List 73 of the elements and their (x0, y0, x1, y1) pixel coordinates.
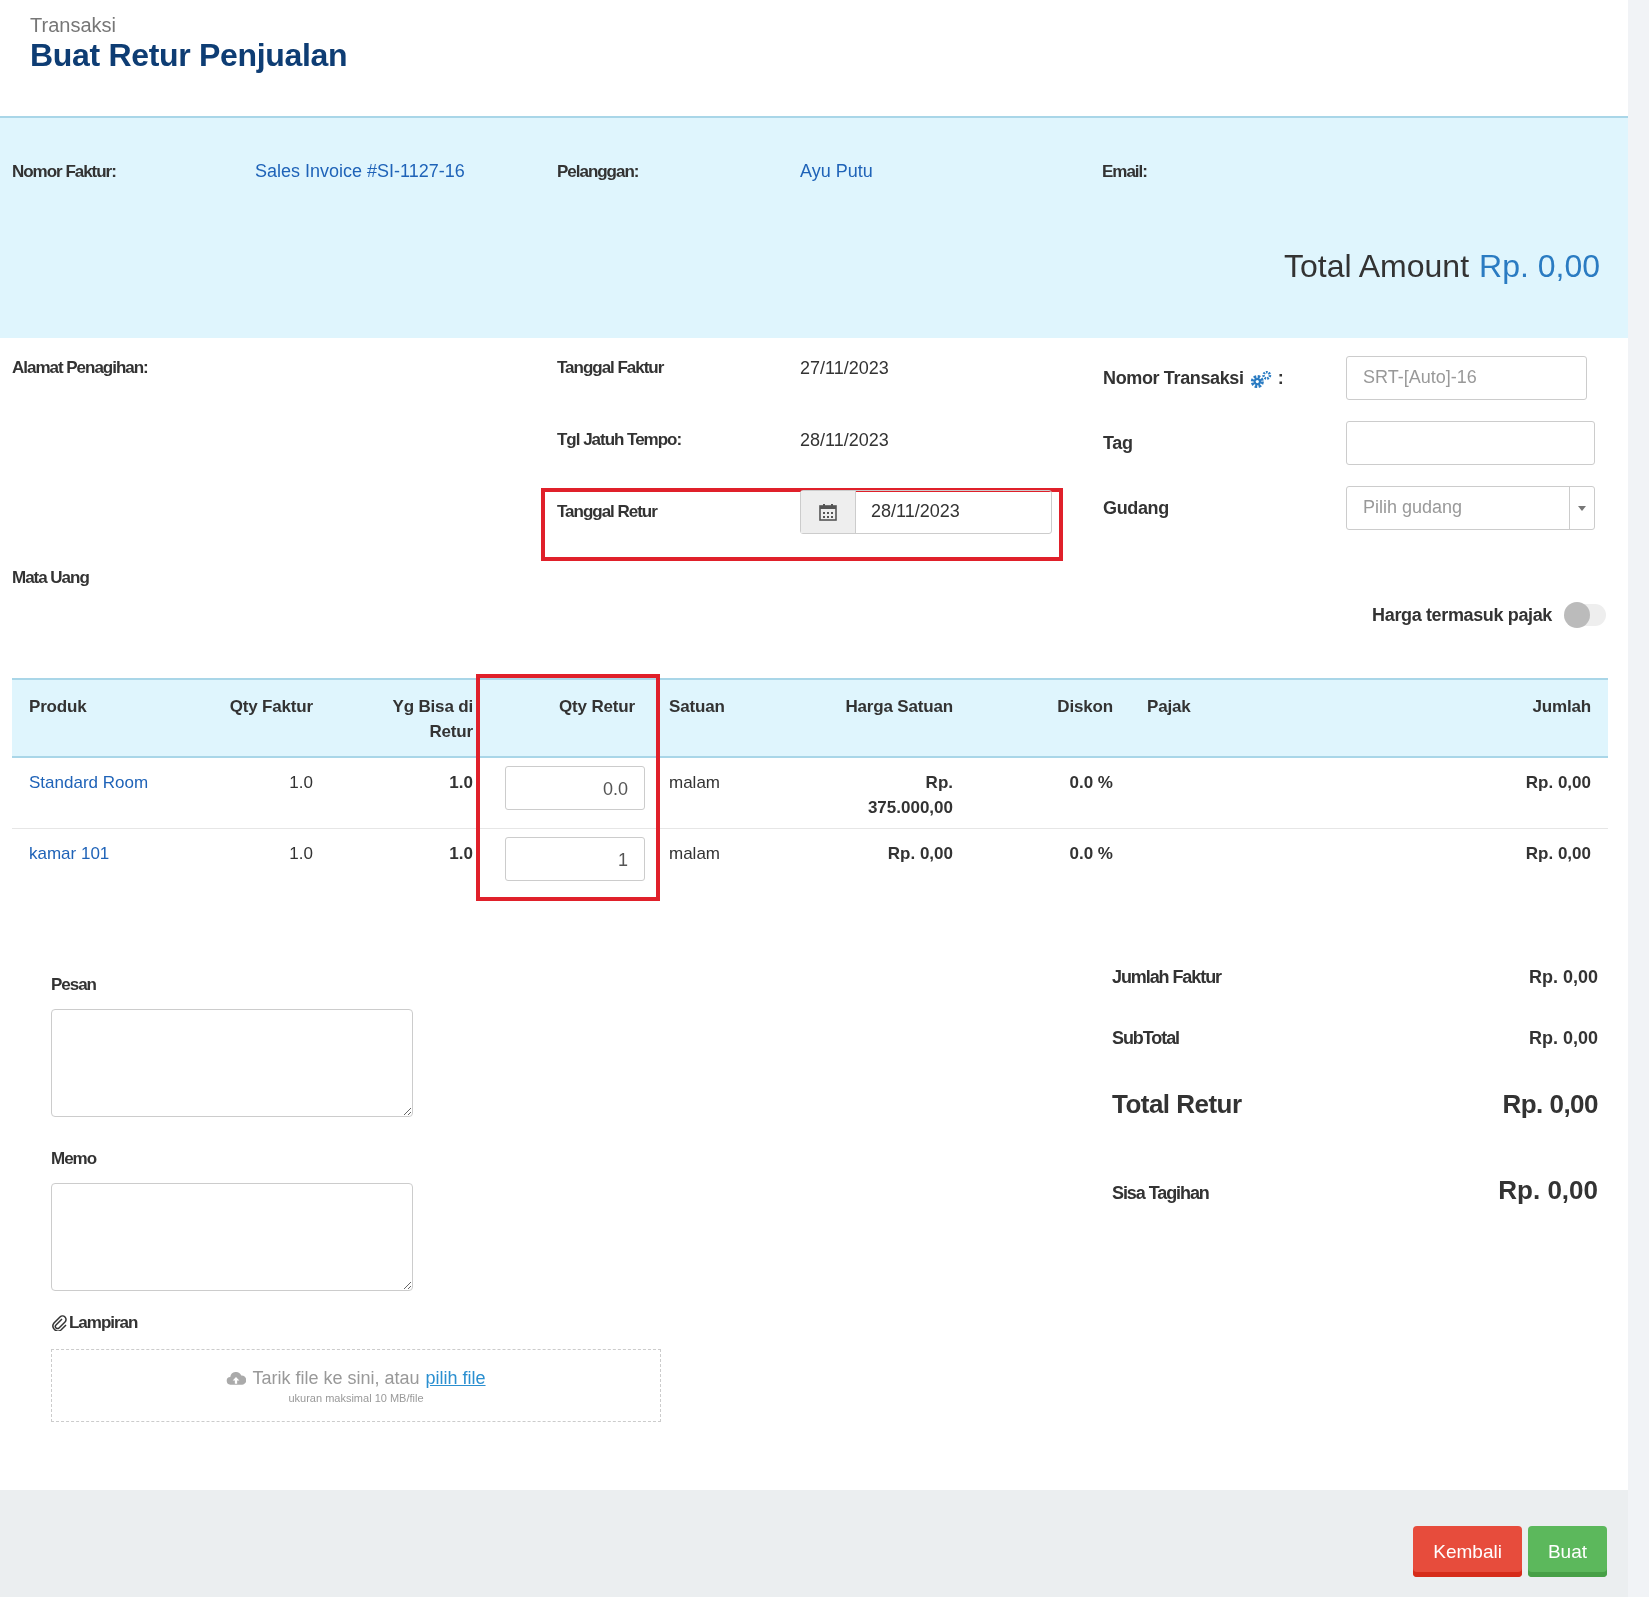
caret-icon (1578, 505, 1586, 511)
field-value-link[interactable]: Ayu Putu (800, 161, 873, 182)
field-label: Memo (51, 1149, 97, 1169)
column-header: Qty Retur (559, 697, 635, 716)
summary-label: Jumlah Faktur (1112, 967, 1221, 988)
field-value-link[interactable]: Sales Invoice #SI-1127-16 (255, 161, 465, 182)
table-text: malam (669, 773, 720, 792)
field-label: Mata Uang (12, 568, 89, 588)
toggle-switch[interactable] (1566, 604, 1606, 626)
field-label: Pesan (51, 975, 96, 995)
input-field[interactable] (1346, 421, 1595, 465)
total-amount-value: Rp. 0,00 (1479, 248, 1600, 285)
field-label: Pelanggan: (557, 162, 639, 182)
select-field[interactable]: Pilih gudang (1346, 486, 1595, 530)
field-label-colon: : (1277, 368, 1284, 389)
summary-label: Total Retur (1112, 1089, 1242, 1120)
field-label: Nomor Faktur: (12, 162, 116, 182)
field-label: Tanggal Retur (557, 502, 657, 522)
choose-file-link[interactable]: pilih file (425, 1367, 486, 1389)
field-label: Lampiran (69, 1313, 138, 1333)
memo-textarea[interactable] (51, 1183, 413, 1291)
field-value: 28/11/2023 (800, 430, 889, 451)
table-text: 1.0 (449, 773, 473, 792)
table-text: 1.0 (289, 844, 313, 863)
table-text: 0.0 % (1069, 844, 1113, 863)
product-link[interactable]: kamar 101 (29, 844, 110, 863)
calendar-icon (819, 503, 837, 521)
table-text: 1.0 (289, 773, 313, 792)
breadcrumb[interactable]: Transaksi (30, 14, 116, 37)
summary-value: Rp. 0,00 (1498, 1175, 1598, 1206)
table-text: Rp. 0,00 (1525, 844, 1591, 863)
column-header: Pajak (1147, 697, 1191, 716)
table-text: Rp. 0,00 (1525, 773, 1591, 792)
summary-label: SubTotal (1112, 1028, 1180, 1049)
column-header: Qty Faktur (229, 697, 313, 716)
column-header: Jumlah (1532, 697, 1591, 716)
column-header: Yg Bisa di Retur (392, 697, 473, 741)
field-label: Tanggal Faktur (557, 358, 664, 378)
table-text: Rp. 0,00 (887, 844, 953, 863)
column-header: Satuan (669, 697, 725, 716)
quantity-input[interactable]: 0.0 (505, 766, 645, 810)
summary-value: Rp. 0,00 (1502, 1089, 1598, 1120)
input-field[interactable]: SRT-[Auto]-16 (1346, 356, 1587, 400)
page-title: Buat Retur Penjualan (30, 37, 348, 74)
table-text: malam (669, 844, 720, 863)
column-header: Produk (29, 697, 87, 716)
product-link[interactable]: Standard Room (29, 773, 149, 792)
summary-value: Rp. 0,00 (1528, 1028, 1598, 1049)
date-field[interactable]: 28/11/2023 (800, 490, 1052, 534)
toggle-label: Harga termasuk pajak (1372, 604, 1552, 626)
field-value: 27/11/2023 (800, 358, 889, 379)
total-amount-label: Total Amount (1284, 248, 1470, 285)
quantity-input[interactable]: 1 (505, 837, 645, 881)
table-text: 0.0 % (1069, 773, 1113, 792)
field-label: Email: (1102, 162, 1147, 182)
cloud-upload-icon (226, 1369, 247, 1387)
table-text: 1.0 (449, 844, 473, 863)
back-button[interactable]: Kembali (1413, 1526, 1522, 1577)
file-dropzone[interactable]: Tarik file ke sini, atau pilih file ukuran maksimal 10 MB/file (51, 1349, 661, 1422)
dropzone-hint: ukuran maksimal 10 MB/file (288, 1391, 424, 1404)
field-label: Nomor Transaksi (1103, 368, 1244, 389)
table-text: Rp. 375.000,00 (867, 773, 953, 817)
column-header: Diskon (1057, 697, 1113, 716)
dropzone-text: Tarik file ke sini, atau (252, 1367, 420, 1389)
summary-value: Rp. 0,00 (1528, 967, 1598, 988)
field-label: Gudang (1103, 498, 1169, 519)
field-label: Tgl Jatuh Tempo: (557, 430, 682, 450)
message-textarea[interactable] (51, 1009, 413, 1117)
column-header: Harga Satuan (845, 697, 953, 716)
summary-label: Sisa Tagihan (1112, 1183, 1209, 1204)
field-label: Tag (1103, 433, 1133, 454)
paperclip-icon (51, 1315, 67, 1331)
field-label: Alamat Penagihan: (12, 358, 148, 378)
